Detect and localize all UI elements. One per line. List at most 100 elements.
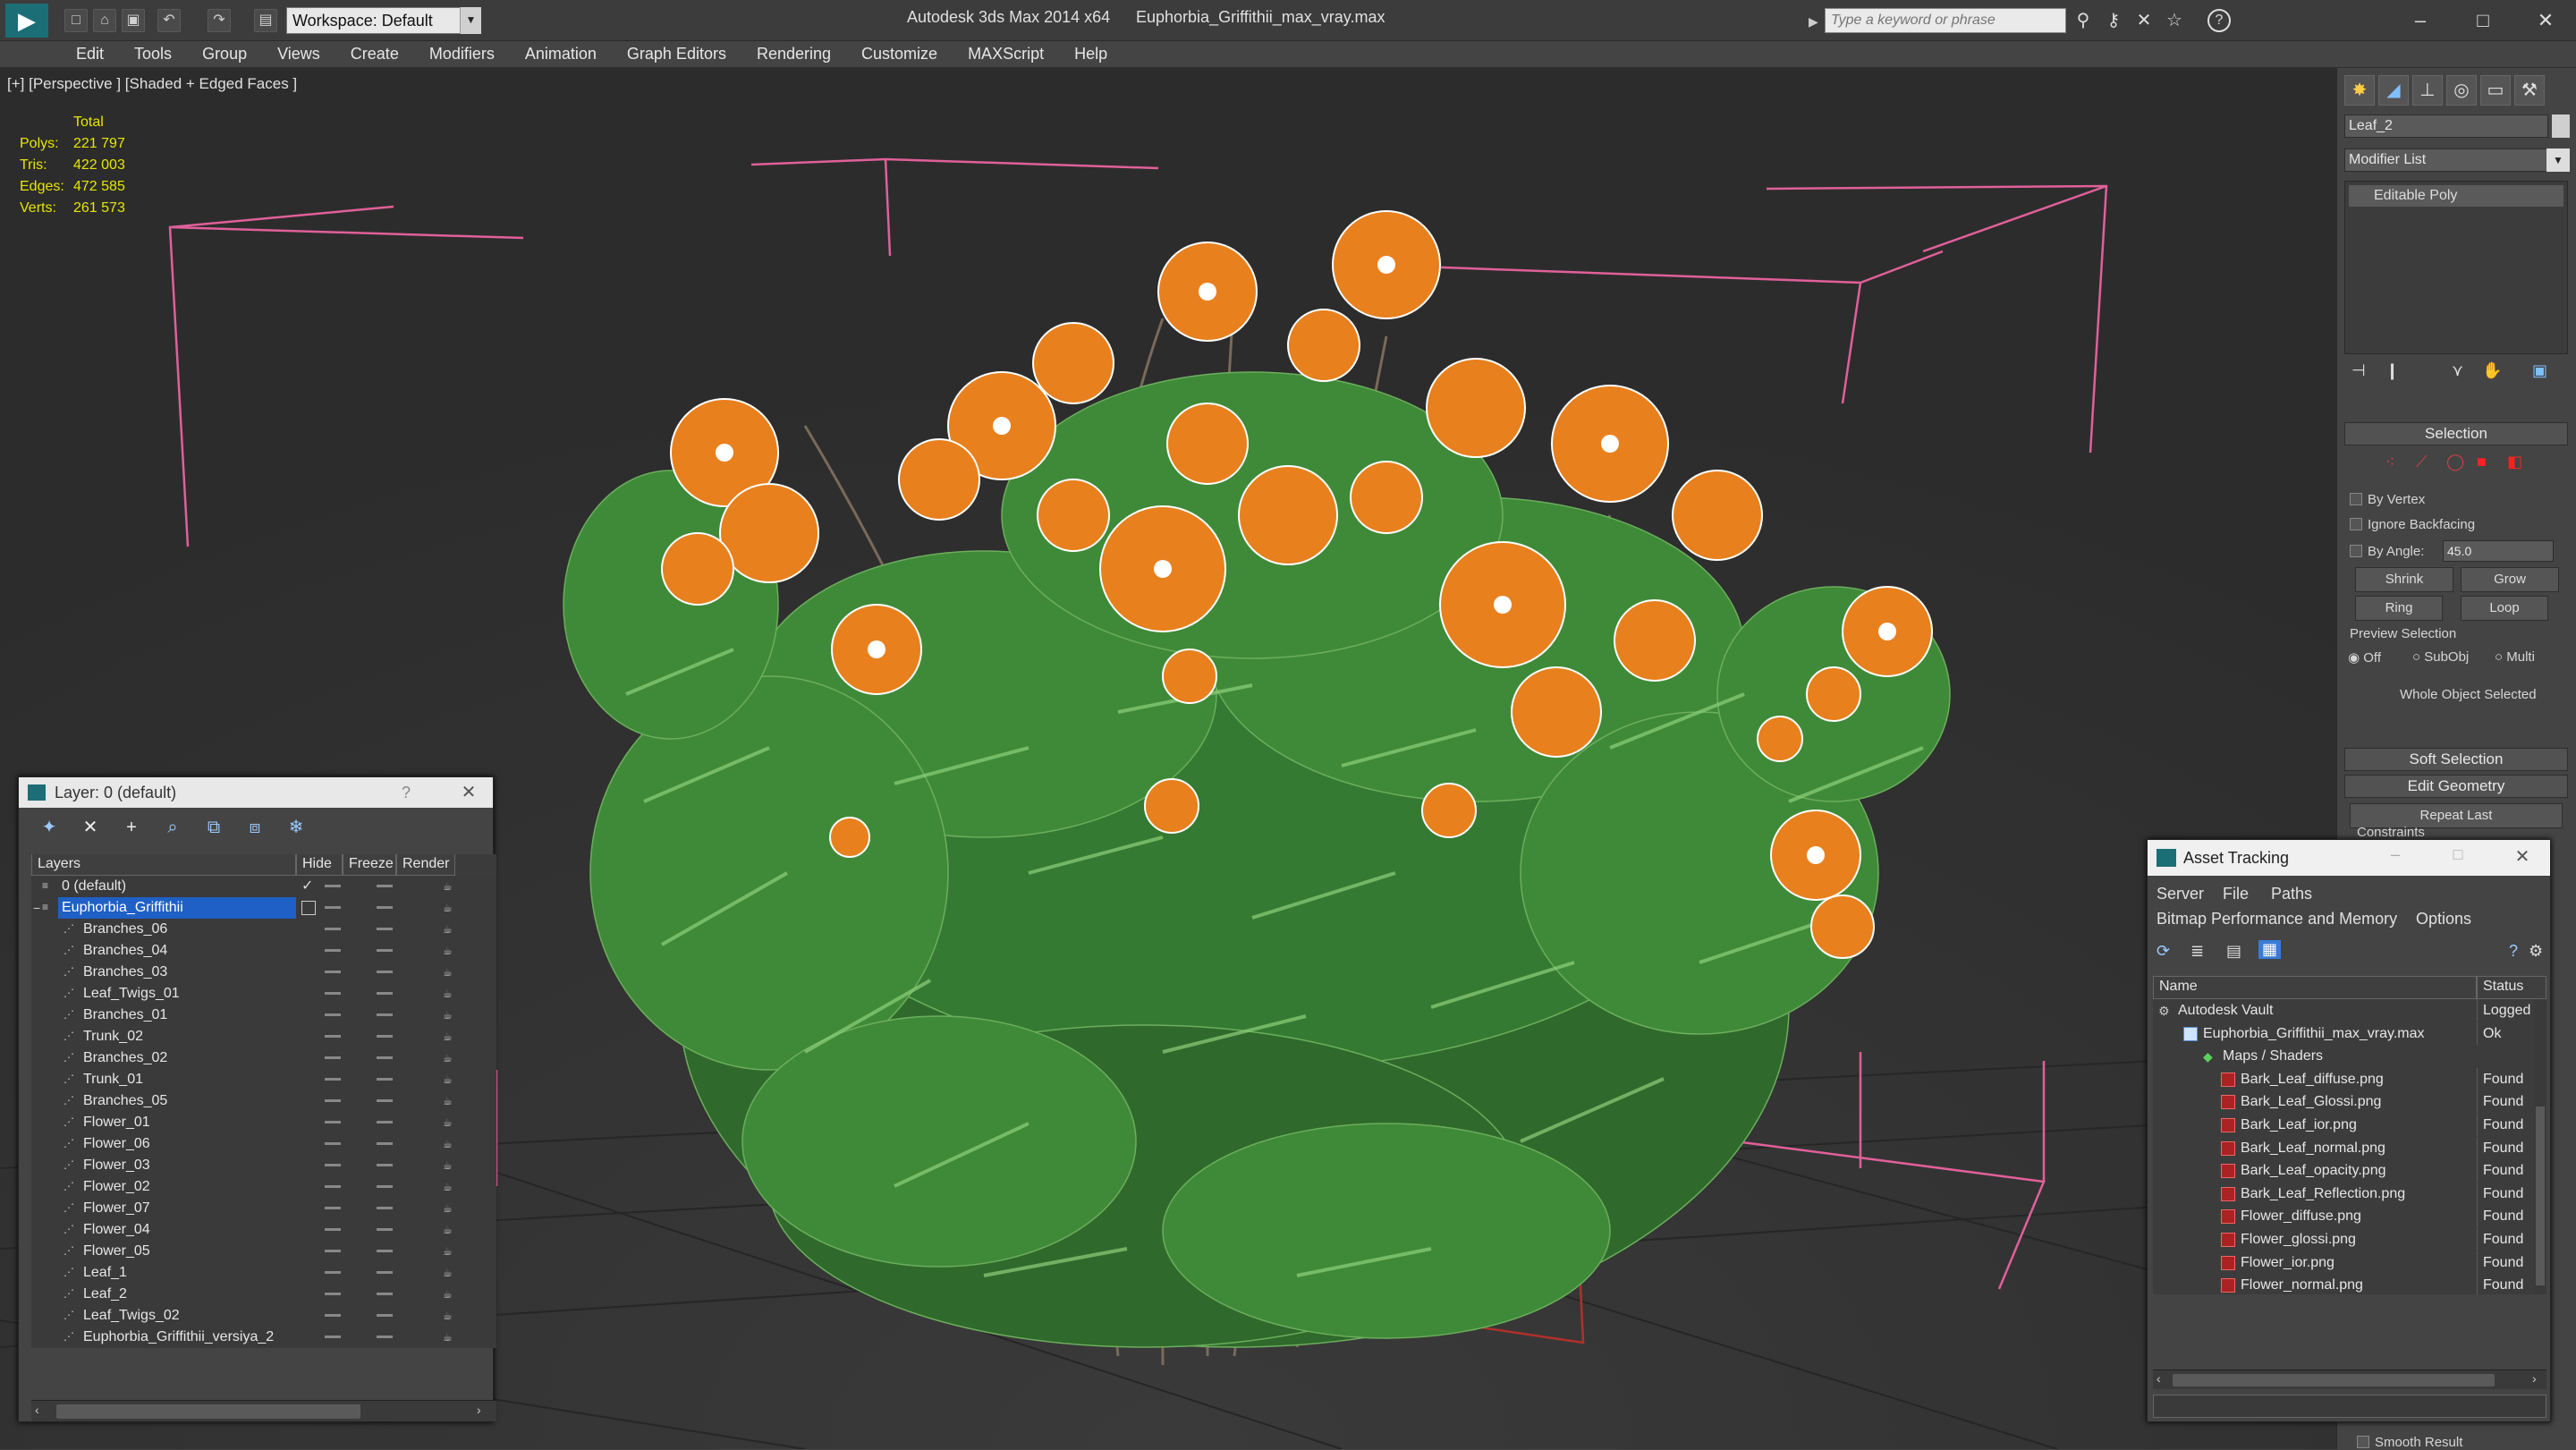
edge-icon[interactable]: ⟋ bbox=[2416, 453, 2428, 471]
save-file-icon[interactable]: ▣ bbox=[122, 9, 145, 32]
horizontal-scrollbar[interactable]: ‹ › bbox=[31, 1400, 496, 1421]
loop-button[interactable]: Loop bbox=[2461, 596, 2548, 621]
freeze-toggle[interactable] bbox=[377, 1164, 393, 1166]
freeze-toggle[interactable] bbox=[377, 1142, 393, 1145]
freeze-toggle[interactable] bbox=[377, 906, 393, 909]
layer-row[interactable]: ⋰ Flower_07 ☕ bbox=[31, 1198, 496, 1219]
freeze-toggle[interactable] bbox=[377, 1336, 393, 1338]
modifier-list-dropdown[interactable]: Modifier List bbox=[2344, 148, 2548, 172]
render-teapot-icon[interactable]: ☕ bbox=[443, 1182, 457, 1192]
layer-row[interactable]: ⋰ Flower_02 ☕ bbox=[31, 1176, 496, 1198]
help-icon[interactable]: ? bbox=[394, 781, 418, 804]
asset-row[interactable]: Euphorbia_Griffithii_max_vray.max Ok bbox=[2153, 1022, 2546, 1046]
freeze-toggle[interactable] bbox=[377, 992, 393, 995]
scroll-thumb[interactable] bbox=[2173, 1374, 2495, 1386]
hide-toggle[interactable] bbox=[325, 928, 341, 930]
layer-row[interactable]: ⋰ Trunk_02 ☕ bbox=[31, 1026, 496, 1047]
asset-row[interactable]: Flower_glossi.png Found bbox=[2153, 1228, 2546, 1251]
freeze-toggle[interactable] bbox=[377, 971, 393, 973]
hide-toggle[interactable] bbox=[325, 885, 341, 887]
render-teapot-icon[interactable]: ☕ bbox=[443, 967, 457, 978]
polygon-icon[interactable]: ■ bbox=[2477, 453, 2487, 471]
viewport-label[interactable]: [+] [Perspective ] [Shaded + Edged Faces… bbox=[7, 75, 297, 93]
help-icon[interactable]: ? bbox=[2207, 9, 2231, 32]
make-unique-icon[interactable]: ⋎ bbox=[2452, 361, 2463, 380]
freeze-toggle[interactable] bbox=[377, 1056, 393, 1059]
hide-toggle[interactable] bbox=[325, 1056, 341, 1059]
asset-row[interactable]: Bark_Leaf_ior.png Found bbox=[2153, 1114, 2546, 1137]
render-teapot-icon[interactable]: ☕ bbox=[443, 945, 457, 956]
hide-toggle[interactable] bbox=[325, 1336, 341, 1338]
freeze-toggle[interactable] bbox=[377, 928, 393, 930]
column-header-hide[interactable]: Hide bbox=[296, 854, 343, 876]
render-teapot-icon[interactable]: ☕ bbox=[443, 1332, 457, 1343]
asset-row[interactable]: Bark_Leaf_Reflection.png Found bbox=[2153, 1182, 2546, 1206]
minimize-icon[interactable]: – bbox=[2382, 845, 2409, 870]
asset-row[interactable]: Flower_normal.png Found bbox=[2153, 1274, 2546, 1294]
vertical-scrollbar[interactable] bbox=[2534, 999, 2546, 1294]
layer-row[interactable]: ⋰ Leaf_Twigs_01 ☕ bbox=[31, 983, 496, 1005]
scroll-thumb[interactable] bbox=[56, 1404, 360, 1419]
freeze-toggle[interactable] bbox=[377, 1185, 393, 1188]
create-tab-icon[interactable]: ✸ bbox=[2344, 75, 2375, 106]
active-layer-check-icon[interactable]: ✓ bbox=[301, 879, 316, 894]
menu-bitmap-performance[interactable]: Bitmap Performance and Memory bbox=[2157, 910, 2397, 929]
render-teapot-icon[interactable]: ☕ bbox=[443, 1053, 457, 1064]
binoculars-icon[interactable]: ⚲ bbox=[2072, 9, 2095, 32]
vault-help-icon[interactable]: ? bbox=[2509, 942, 2518, 961]
hide-toggle[interactable] bbox=[325, 906, 341, 909]
render-teapot-icon[interactable]: ☕ bbox=[443, 1310, 457, 1321]
column-header-render[interactable]: Render bbox=[396, 854, 455, 876]
refresh-icon[interactable]: ⟳ bbox=[2157, 942, 2170, 961]
scroll-left-icon[interactable]: ‹ bbox=[2157, 1371, 2161, 1386]
element-icon[interactable]: ◧ bbox=[2507, 453, 2522, 471]
remove-modifier-icon[interactable]: ✋ bbox=[2482, 361, 2502, 380]
pin-stack-icon[interactable]: ⊣ bbox=[2351, 361, 2366, 380]
freeze-toggle[interactable] bbox=[377, 1078, 393, 1081]
detail-view-icon[interactable]: ▤ bbox=[2226, 942, 2241, 961]
asset-row[interactable]: Flower_diffuse.png Found bbox=[2153, 1205, 2546, 1228]
column-header-name[interactable]: Name bbox=[2153, 976, 2477, 999]
preview-multi-radio[interactable]: ○ Multi bbox=[2495, 649, 2535, 665]
freeze-toggle[interactable] bbox=[377, 1293, 393, 1295]
render-teapot-icon[interactable]: ☕ bbox=[443, 1246, 457, 1257]
rollout-soft-selection[interactable]: Soft Selection bbox=[2344, 748, 2568, 771]
render-teapot-icon[interactable]: ☕ bbox=[443, 1289, 457, 1300]
menu-create[interactable]: Create bbox=[335, 45, 414, 64]
render-teapot-icon[interactable]: ☕ bbox=[443, 1160, 457, 1171]
freeze-toggle[interactable] bbox=[377, 949, 393, 952]
new-file-icon[interactable]: □ bbox=[64, 9, 88, 32]
asset-row[interactable]: Bark_Leaf_opacity.png Found bbox=[2153, 1159, 2546, 1183]
vertex-icon[interactable]: ⁖ bbox=[2385, 453, 2395, 471]
render-teapot-icon[interactable]: ☕ bbox=[443, 924, 457, 935]
minimize-icon[interactable]: – bbox=[2402, 4, 2438, 38]
table-view-icon[interactable]: ▦ bbox=[2258, 940, 2282, 959]
freeze-all-icon[interactable]: ❄ bbox=[284, 815, 309, 840]
scroll-right-icon[interactable]: › bbox=[2532, 1371, 2537, 1386]
hide-toggle[interactable] bbox=[325, 1228, 341, 1231]
layer-row[interactable]: ≡ − Euphorbia_Griffithii ☕ bbox=[31, 897, 496, 919]
hide-toggle[interactable] bbox=[325, 1314, 341, 1317]
render-teapot-icon[interactable]: ☕ bbox=[443, 1268, 457, 1278]
list-view-icon[interactable]: ≣ bbox=[2190, 942, 2204, 961]
show-end-result-icon[interactable]: ❙ bbox=[2385, 361, 2399, 380]
search-input[interactable] bbox=[1825, 8, 2066, 33]
layer-row[interactable]: ⋰ Branches_02 ☕ bbox=[31, 1047, 496, 1069]
open-file-icon[interactable]: ⌂ bbox=[93, 9, 116, 32]
hide-toggle[interactable] bbox=[325, 1250, 341, 1252]
project-folder-icon[interactable]: ▤ bbox=[254, 9, 277, 32]
hide-toggle[interactable] bbox=[325, 971, 341, 973]
render-teapot-icon[interactable]: ☕ bbox=[443, 1117, 457, 1128]
layer-row[interactable]: ⋰ Flower_03 ☕ bbox=[31, 1155, 496, 1176]
render-teapot-icon[interactable]: ☕ bbox=[443, 1139, 457, 1149]
ring-button[interactable]: Ring bbox=[2355, 596, 2443, 621]
render-teapot-icon[interactable]: ☕ bbox=[443, 1225, 457, 1235]
scroll-left-icon[interactable]: ‹ bbox=[35, 1403, 39, 1417]
chevron-down-icon[interactable]: ▼ bbox=[460, 7, 481, 34]
layer-row[interactable]: ⋰ Leaf_Twigs_02 ☕ bbox=[31, 1305, 496, 1327]
column-header-status[interactable]: Status bbox=[2477, 976, 2546, 999]
tools-icon[interactable]: ✕ bbox=[2132, 9, 2156, 32]
redo-icon[interactable]: ↷ bbox=[208, 9, 231, 32]
freeze-toggle[interactable] bbox=[377, 1314, 393, 1317]
hide-all-icon[interactable]: ⧈ bbox=[242, 815, 267, 840]
